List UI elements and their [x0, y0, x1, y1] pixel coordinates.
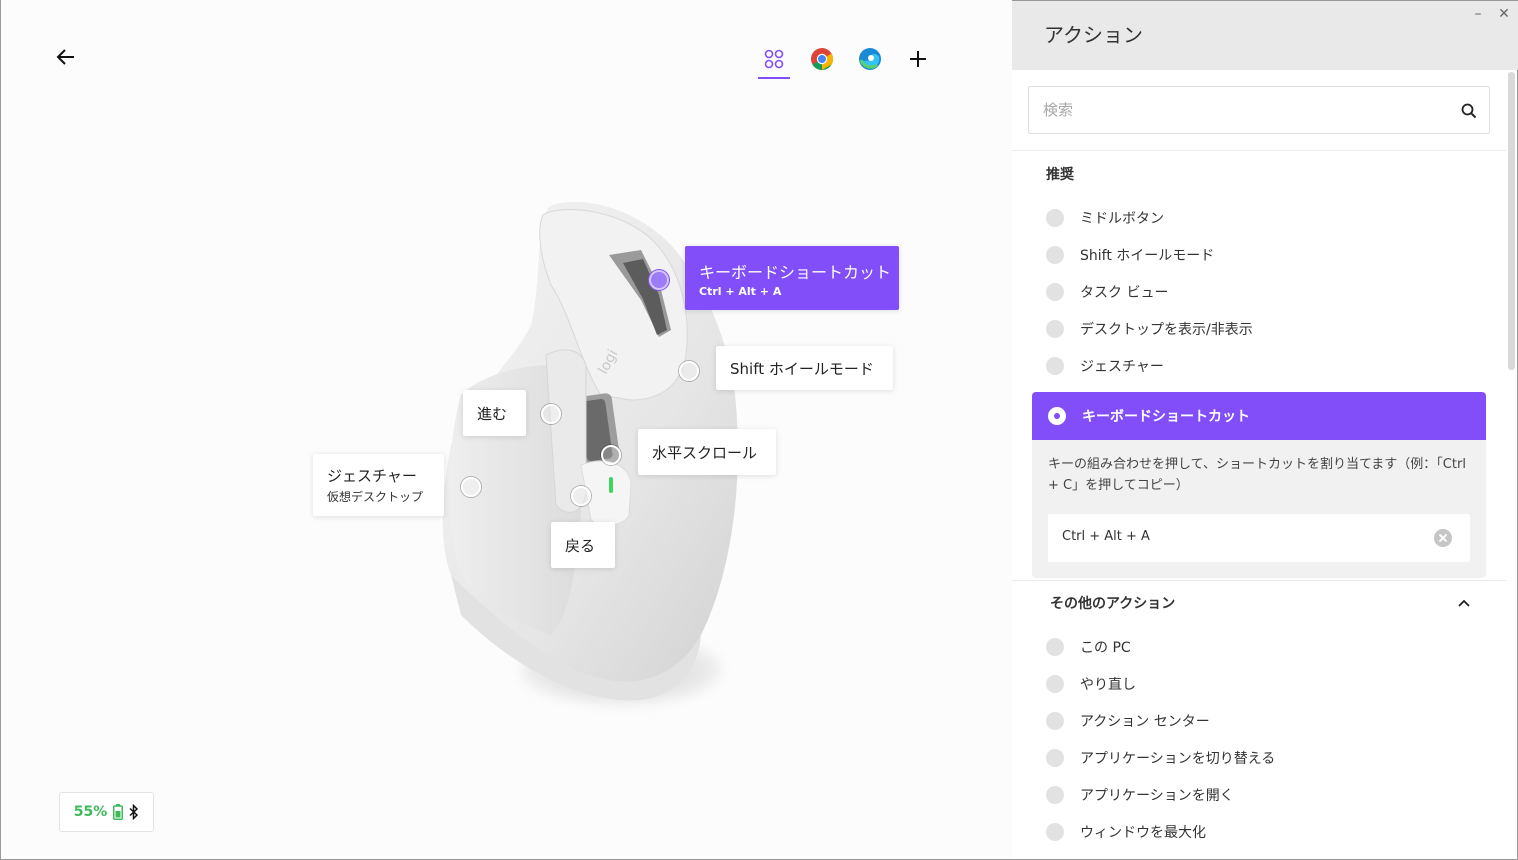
app-tabs — [755, 40, 937, 79]
radio-icon — [1046, 749, 1064, 767]
radio-icon — [1046, 712, 1064, 730]
battery-status: 55% — [59, 792, 154, 832]
back-button[interactable] — [51, 42, 81, 72]
action-label: やり直し — [1080, 677, 1136, 693]
bluetooth-icon — [129, 804, 139, 820]
hotspot-gesture[interactable] — [461, 477, 481, 497]
action-label: Shift ホイールモード — [1080, 248, 1215, 264]
action-show-desktop[interactable]: デスクトップを表示/非表示 — [1046, 315, 1476, 343]
divider — [1012, 580, 1506, 581]
grid-icon — [764, 49, 784, 69]
callout-gesture-sub: 仮想デスクトップ — [327, 490, 424, 504]
add-app-button[interactable] — [899, 40, 937, 78]
device-view: logi キーボードショートカット Ctrl + Alt + A Shift ホ… — [0, 0, 1012, 860]
callout-gesture-title: ジェスチャー — [327, 467, 417, 485]
action-label: アプリケーションを開く — [1080, 788, 1234, 804]
search-icon[interactable] — [1461, 103, 1477, 119]
actions-panel: アクション – ✕ 推奨 ミドルボタン Shift ホイールモード タスク ビュ… — [1012, 0, 1518, 860]
radio-icon — [1046, 246, 1064, 264]
hotspot-forward[interactable] — [541, 404, 561, 424]
action-shift-wheel[interactable]: Shift ホイールモード — [1046, 241, 1476, 269]
callout-back[interactable]: 戻る — [551, 522, 615, 568]
edge-icon — [859, 48, 881, 70]
divider — [1012, 150, 1506, 151]
chrome-icon — [811, 48, 833, 70]
action-label: タスク ビュー — [1080, 285, 1169, 301]
action-label: キーボードショートカット — [1082, 409, 1250, 425]
callout-keyboard-shortcut-title: キーボードショートカット — [699, 262, 892, 282]
action-gesture[interactable]: ジェスチャー — [1046, 352, 1476, 380]
radio-icon — [1046, 786, 1064, 804]
search-input[interactable] — [1043, 97, 1443, 123]
radio-icon — [1046, 675, 1064, 693]
action-action-center[interactable]: アクション センター — [1046, 707, 1476, 735]
hotspot-back[interactable] — [571, 486, 591, 506]
other-actions-title: その他のアクション — [1050, 596, 1176, 612]
scrollbar[interactable] — [1508, 72, 1515, 370]
action-switch-app[interactable]: アプリケーションを切り替える — [1046, 744, 1476, 772]
callout-forward[interactable]: 進む — [463, 390, 526, 436]
action-label: アクション センター — [1080, 714, 1210, 730]
radio-icon — [1046, 357, 1064, 375]
recommended-title: 推奨 — [1046, 167, 1074, 183]
radio-selected-icon — [1048, 407, 1066, 425]
callout-keyboard-shortcut[interactable]: キーボードショートカット Ctrl + Alt + A — [685, 246, 899, 310]
selected-action-card: キーボードショートカット キーの組み合わせを押して、ショートカットを割り当てます… — [1032, 392, 1486, 578]
callout-horizontal-scroll[interactable]: 水平スクロール — [638, 429, 776, 475]
radio-icon — [1046, 209, 1064, 227]
close-button[interactable]: ✕ — [1496, 6, 1512, 22]
action-task-view[interactable]: タスク ビュー — [1046, 278, 1476, 306]
action-middle-button[interactable]: ミドルボタン — [1046, 204, 1476, 232]
plus-icon — [910, 51, 926, 67]
tab-chrome[interactable] — [803, 40, 841, 78]
radio-icon — [1046, 823, 1064, 841]
action-label: この PC — [1080, 640, 1131, 656]
callout-forward-title: 進む — [477, 404, 508, 423]
tab-edge[interactable] — [851, 40, 889, 78]
action-label: ミドルボタン — [1080, 211, 1164, 227]
arrow-left-icon — [56, 49, 74, 65]
search-box — [1028, 86, 1490, 134]
callout-gesture[interactable]: ジェスチャー 仮想デスクトップ — [313, 454, 444, 516]
radio-icon — [1046, 283, 1064, 301]
action-this-pc[interactable]: この PC — [1046, 633, 1476, 661]
clear-icon[interactable] — [1434, 529, 1452, 547]
radio-icon — [1046, 638, 1064, 656]
panel-header: アクション – ✕ — [1012, 0, 1518, 70]
action-maximize-window[interactable]: ウィンドウを最大化 — [1046, 818, 1476, 846]
action-label: ウィンドウを最大化 — [1080, 825, 1206, 841]
action-label: デスクトップを表示/非表示 — [1080, 322, 1253, 338]
shortcut-value: Ctrl + Alt + A — [1062, 529, 1150, 544]
action-label: ジェスチャー — [1080, 359, 1164, 375]
hotspot-horizontal-scroll[interactable] — [601, 445, 621, 465]
shortcut-description: キーの組み合わせを押して、ショートカットを割り当てます（例：「Ctrl + C」… — [1048, 457, 1466, 493]
callout-horizontal-scroll-title: 水平スクロール — [652, 443, 758, 462]
callout-keyboard-shortcut-value: Ctrl + Alt + A — [699, 284, 782, 298]
battery-percent: 55% — [73, 804, 108, 820]
other-actions-header[interactable]: その他のアクション — [1050, 590, 1470, 616]
panel-title: アクション — [1044, 23, 1143, 47]
action-keyboard-shortcut[interactable]: キーボードショートカット — [1032, 392, 1486, 440]
action-redo[interactable]: やり直し — [1046, 670, 1476, 698]
minimize-button[interactable]: – — [1470, 7, 1486, 23]
hotspot-shift-wheel[interactable] — [679, 361, 699, 381]
action-open-app[interactable]: アプリケーションを開く — [1046, 781, 1476, 809]
hotspot-middle-button[interactable] — [649, 270, 669, 290]
battery-icon — [113, 804, 124, 820]
tab-all-apps[interactable] — [755, 40, 793, 79]
chevron-up-icon — [1458, 599, 1470, 607]
callout-shift-wheel-title: Shift ホイールモード — [730, 359, 874, 378]
callout-shift-wheel[interactable]: Shift ホイールモード — [716, 346, 893, 390]
radio-icon — [1046, 320, 1064, 338]
action-label: アプリケーションを切り替える — [1080, 751, 1276, 767]
callout-back-title: 戻る — [565, 536, 596, 555]
shortcut-field[interactable]: Ctrl + Alt + A — [1048, 514, 1470, 562]
